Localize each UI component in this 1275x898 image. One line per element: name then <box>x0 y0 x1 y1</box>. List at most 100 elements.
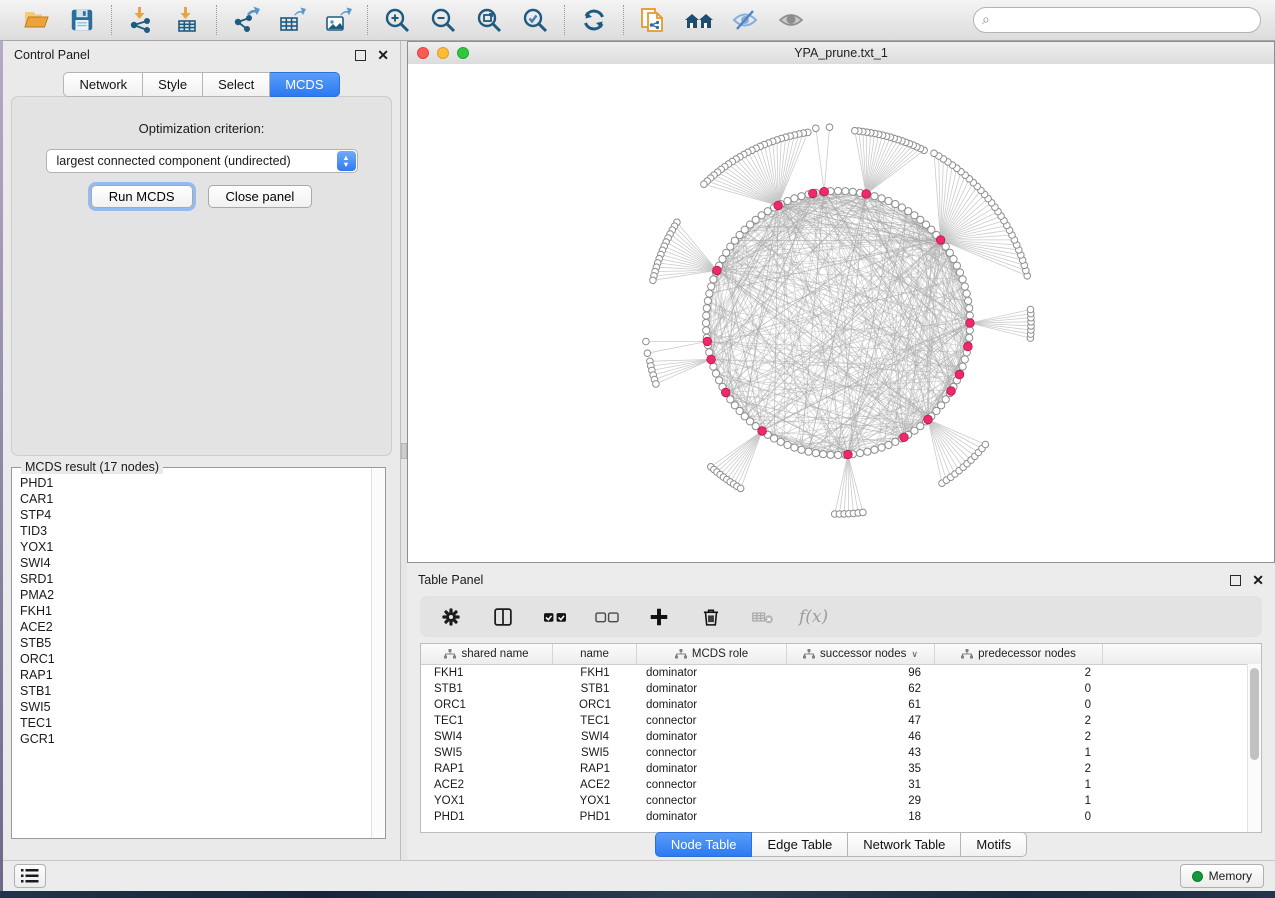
column-header-successor-nodes[interactable]: successor nodes∨ <box>787 644 935 664</box>
mcds-result-item[interactable]: FKH1 <box>13 603 384 619</box>
import-network-icon[interactable] <box>125 4 157 36</box>
table-row[interactable]: RAP1RAP1dominator352 <box>421 761 1261 777</box>
table-row[interactable]: STB1STB1dominator620 <box>421 681 1261 697</box>
settings-gear-icon[interactable] <box>435 601 467 633</box>
mcds-result-item[interactable]: ACE2 <box>13 619 384 635</box>
function-builder-icon[interactable]: f(x) <box>799 607 828 627</box>
column-header-MCDS-role[interactable]: MCDS role <box>637 644 787 664</box>
task-history-button[interactable] <box>14 864 46 888</box>
close-panel-icon[interactable]: ✕ <box>377 48 389 62</box>
mcds-result-item[interactable]: SWI4 <box>13 555 384 571</box>
columns-icon[interactable] <box>487 601 519 633</box>
run-mcds-button[interactable]: Run MCDS <box>91 185 193 208</box>
mcds-result-group: MCDS result (17 nodes) PHD1CAR1STP4TID3Y… <box>11 467 386 839</box>
table-row[interactable]: ACE2ACE2connector311 <box>421 777 1261 793</box>
network-canvas[interactable] <box>408 64 1274 562</box>
table-row[interactable]: YOX1YOX1connector291 <box>421 793 1261 809</box>
search-input[interactable] <box>973 7 1261 33</box>
table-body: FKH1FKH1dominator962STB1STB1dominator620… <box>421 665 1261 825</box>
tab-select[interactable]: Select <box>203 72 270 97</box>
close-panel-button[interactable]: Close panel <box>208 185 313 208</box>
mcds-result-item[interactable]: ORC1 <box>13 651 384 667</box>
save-session-icon[interactable] <box>66 4 98 36</box>
table-row[interactable]: SWI5SWI5connector431 <box>421 745 1261 761</box>
mcds-result-item[interactable]: PMA2 <box>13 587 384 603</box>
mcds-result-item[interactable]: SRD1 <box>13 571 384 587</box>
control-panel: Control Panel ✕ NetworkStyleSelectMCDS O… <box>3 41 401 860</box>
mcds-result-item[interactable]: STB1 <box>13 683 384 699</box>
import-table-icon[interactable] <box>171 4 203 36</box>
mcds-result-title: MCDS result (17 nodes) <box>21 460 163 474</box>
mcds-result-item[interactable]: TID3 <box>13 523 384 539</box>
column-header-predecessor-nodes[interactable]: predecessor nodes <box>935 644 1103 664</box>
deselect-all-checkboxes-icon[interactable] <box>591 601 623 633</box>
mcds-result-item[interactable]: YOX1 <box>13 539 384 555</box>
first-neighbors-icon[interactable] <box>683 4 715 36</box>
hide-selected-icon[interactable] <box>729 4 761 36</box>
memory-button[interactable]: Memory <box>1180 864 1264 888</box>
zoom-fit-icon[interactable] <box>473 4 505 36</box>
delete-table-icon[interactable] <box>747 601 779 633</box>
refresh-icon[interactable] <box>578 4 610 36</box>
export-network-icon[interactable] <box>230 4 262 36</box>
clone-network-icon[interactable] <box>637 4 669 36</box>
mcds-result-item[interactable]: GCR1 <box>13 731 384 747</box>
optimization-criterion-select[interactable]: largest connected component (undirected)… <box>46 149 358 173</box>
zoom-out-icon[interactable] <box>427 4 459 36</box>
delete-row-icon[interactable] <box>695 601 727 633</box>
mcds-options-box: Optimization criterion: largest connecte… <box>11 96 392 456</box>
toolbar-separator <box>564 5 565 35</box>
mcds-result-item[interactable]: STP4 <box>13 507 384 523</box>
table-row[interactable]: PHD1PHD1dominator180 <box>421 809 1261 825</box>
mcds-result-item[interactable]: TEC1 <box>13 715 384 731</box>
tab-mcds[interactable]: MCDS <box>270 72 339 97</box>
table-scrollbar-thumb[interactable] <box>1250 668 1259 760</box>
close-window-icon[interactable] <box>417 47 429 59</box>
memory-label: Memory <box>1209 869 1252 883</box>
mcds-result-item[interactable]: RAP1 <box>13 667 384 683</box>
network-window-titlebar[interactable]: YPA_prune.txt_1 <box>408 42 1274 65</box>
tab-edge-table[interactable]: Edge Table <box>752 832 848 857</box>
tab-network-table[interactable]: Network Table <box>848 832 961 857</box>
table-row[interactable]: FKH1FKH1dominator962 <box>421 665 1261 681</box>
tab-motifs[interactable]: Motifs <box>961 832 1027 857</box>
export-image-icon[interactable] <box>322 4 354 36</box>
tab-style[interactable]: Style <box>143 72 203 97</box>
column-header-name[interactable]: name <box>553 644 637 664</box>
mcds-result-scrollbar[interactable] <box>371 468 385 838</box>
zoom-selected-icon[interactable] <box>519 4 551 36</box>
column-header-shared-name[interactable]: shared name <box>421 644 553 664</box>
table-toolbar: f(x) <box>420 596 1262 637</box>
list-icon <box>21 869 39 883</box>
table-panel: Table Panel ✕ f(x) shared namenameMCD <box>407 566 1275 860</box>
mcds-result-item[interactable]: PHD1 <box>13 475 384 491</box>
toolbar-separator <box>216 5 217 35</box>
optimization-criterion-label: Optimization criterion: <box>12 121 391 136</box>
network-graph[interactable] <box>408 64 1274 563</box>
mcds-result-list[interactable]: PHD1CAR1STP4TID3YOX1SWI4SRD1PMA2FKH1ACE2… <box>13 469 384 837</box>
node-table: shared namenameMCDS rolesuccessor nodes∨… <box>420 643 1262 833</box>
zoom-in-icon[interactable] <box>381 4 413 36</box>
mcds-result-item[interactable]: STB5 <box>13 635 384 651</box>
toolbar-separator <box>111 5 112 35</box>
toolbar-separator <box>367 5 368 35</box>
table-row[interactable]: SWI4SWI4dominator462 <box>421 729 1261 745</box>
mcds-result-item[interactable]: SWI5 <box>13 699 384 715</box>
tab-node-table[interactable]: Node Table <box>655 832 753 857</box>
select-all-checkboxes-icon[interactable] <box>539 601 571 633</box>
float-panel-icon[interactable] <box>1230 575 1241 586</box>
network-window-title: YPA_prune.txt_1 <box>794 46 888 60</box>
show-all-icon[interactable] <box>775 4 807 36</box>
mcds-result-item[interactable]: CAR1 <box>13 491 384 507</box>
close-panel-icon[interactable]: ✕ <box>1252 573 1264 587</box>
table-row[interactable]: ORC1ORC1dominator610 <box>421 697 1261 713</box>
float-panel-icon[interactable] <box>355 50 366 61</box>
table-row[interactable]: TEC1TEC1connector472 <box>421 713 1261 729</box>
add-row-icon[interactable] <box>643 601 675 633</box>
minimize-window-icon[interactable] <box>437 47 449 59</box>
maximize-window-icon[interactable] <box>457 47 469 59</box>
tab-network[interactable]: Network <box>63 72 143 97</box>
table-scrollbar[interactable] <box>1247 664 1261 832</box>
open-session-icon[interactable] <box>20 4 52 36</box>
export-table-icon[interactable] <box>276 4 308 36</box>
